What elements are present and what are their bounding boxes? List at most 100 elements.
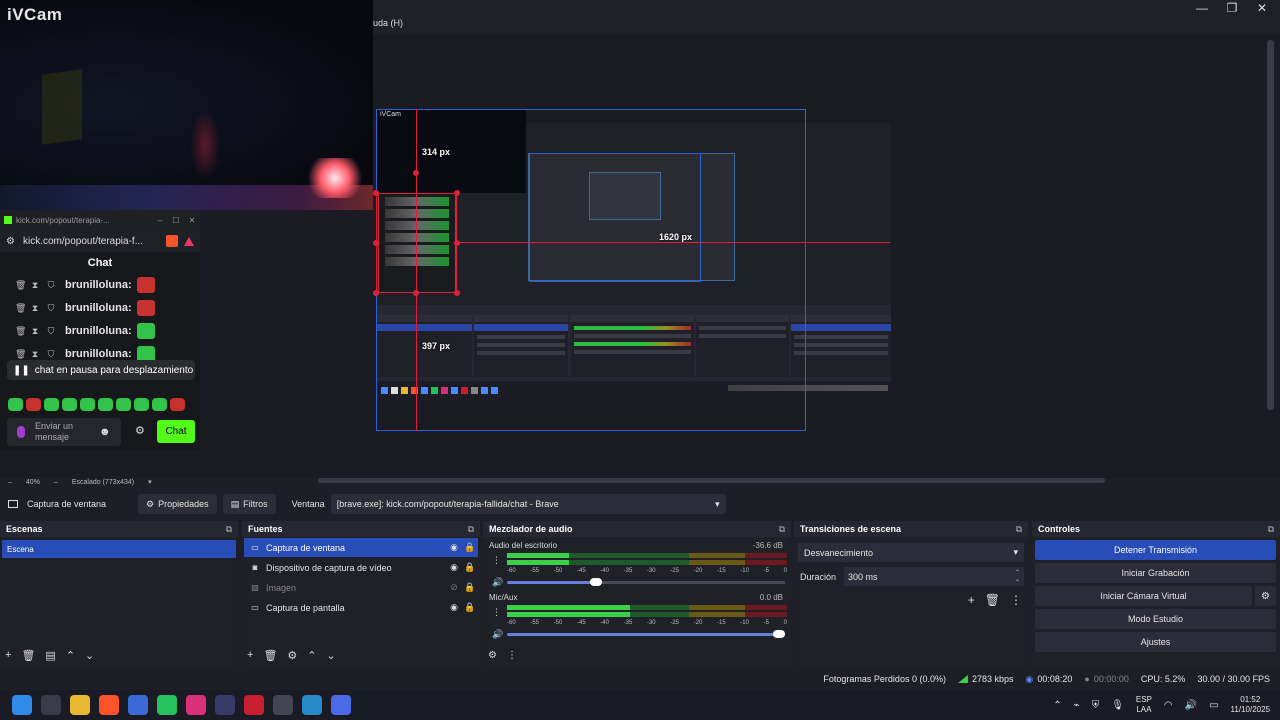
preview-scrollbar-horizontal[interactable] xyxy=(318,478,1105,483)
lock-icon[interactable]: 🔒 xyxy=(462,562,478,573)
kick-logo-icon xyxy=(4,216,12,224)
filter-icon[interactable]: ▤ xyxy=(45,649,55,662)
volume-icon[interactable]: 🔊 xyxy=(1185,700,1197,711)
duration-input[interactable]: 300 ms ⌃ ⌄ xyxy=(844,567,1024,586)
file-explorer-icon[interactable] xyxy=(70,695,90,715)
source-item[interactable]: ◙ Dispositivo de captura de vídeo ◉ 🔒 xyxy=(244,558,478,577)
windows-start-icon[interactable] xyxy=(12,695,32,715)
undock-icon[interactable]: ⧉ xyxy=(1268,524,1274,535)
store-icon[interactable] xyxy=(128,695,148,715)
channel-menu-icon[interactable]: ⋮ xyxy=(492,607,501,618)
resize-handle[interactable] xyxy=(373,240,379,246)
mixer-menu-icon[interactable]: ⋮ xyxy=(507,650,517,661)
resize-handle[interactable] xyxy=(373,290,379,296)
undock-icon[interactable]: ⧉ xyxy=(226,524,232,535)
undock-icon[interactable]: ⧉ xyxy=(779,524,785,535)
shield-icon[interactable]: ⛨ xyxy=(1092,700,1100,711)
language-indicator[interactable]: ESP LAA xyxy=(1136,695,1152,715)
spinner-icon[interactable]: ⌃ ⌄ xyxy=(1015,570,1020,584)
usb-icon[interactable]: ⌁ xyxy=(1074,700,1080,711)
zoom-minus-icon[interactable]: – xyxy=(8,479,12,486)
gear-icon[interactable]: ⚙ xyxy=(287,649,297,662)
mic-icon[interactable]: 🎙 xyxy=(1111,700,1124,711)
eye-icon[interactable]: ◉ xyxy=(446,542,462,553)
trash-icon[interactable]: 🗑 xyxy=(985,593,1000,607)
source-item[interactable]: ▭ Captura de ventana ◉ 🔒 xyxy=(244,538,478,557)
level-meter xyxy=(507,612,787,617)
chevron-down-icon[interactable]: ⌄ xyxy=(327,649,336,662)
task-view-icon[interactable] xyxy=(41,695,61,715)
lock-icon[interactable]: 🔒 xyxy=(462,602,478,613)
advanced-audio-icon[interactable]: ⚙ xyxy=(488,650,497,661)
source-item[interactable]: ▨ Imagen ⊘ 🔒 xyxy=(244,578,478,597)
add-icon[interactable]: + xyxy=(5,649,11,661)
trash-icon[interactable]: 🗑 xyxy=(21,649,35,662)
chevron-up-icon[interactable]: ⌃ xyxy=(1053,700,1061,711)
resize-handle[interactable] xyxy=(454,240,460,246)
app-cyan-icon[interactable] xyxy=(302,695,322,715)
preview-canvas[interactable]: uda (H) — ❐ ✕ iVCam kick.com/popout/tera… xyxy=(0,0,1280,478)
hourglass-icon: ⧗ xyxy=(31,280,39,290)
virtual-cam-gear-icon[interactable]: ⚙ xyxy=(1255,586,1276,606)
whatsapp-icon[interactable] xyxy=(157,695,177,715)
speaker-icon[interactable]: 🔊 xyxy=(492,577,503,588)
resize-handle[interactable] xyxy=(413,170,419,176)
start-recording-button[interactable]: Iniciar Grabación xyxy=(1035,563,1276,583)
speaker-icon[interactable]: 🔊 xyxy=(492,629,503,640)
properties-button[interactable]: ⚙ Propiedades xyxy=(138,494,217,514)
resize-handle[interactable] xyxy=(454,190,460,196)
close-button[interactable]: ✕ xyxy=(1253,1,1271,15)
minimize-button[interactable]: — xyxy=(1193,1,1211,15)
maximize-button[interactable]: ❐ xyxy=(1223,1,1241,15)
resize-handle[interactable] xyxy=(454,290,460,296)
chevron-up-icon[interactable]: ⌃ xyxy=(307,649,316,662)
volume-slider[interactable] xyxy=(507,630,785,638)
source-item[interactable]: ▭ Captura de pantalla ◉ 🔒 xyxy=(244,598,478,617)
eye-hidden-icon[interactable]: ⊘ xyxy=(446,582,462,593)
lock-icon[interactable]: 🔒 xyxy=(462,542,478,553)
clock[interactable]: 01:52 11/10/2025 xyxy=(1231,695,1270,715)
battery-icon[interactable]: ▭ xyxy=(1209,700,1218,711)
add-icon[interactable]: + xyxy=(247,649,253,661)
studio-mode-button[interactable]: Modo Estudio xyxy=(1035,609,1276,629)
scene-item[interactable]: Escena xyxy=(2,540,236,558)
volume-slider-knob[interactable] xyxy=(773,630,785,638)
instagram-icon[interactable] xyxy=(186,695,206,715)
filters-button[interactable]: ▤ Filtros xyxy=(222,494,276,514)
preview-scrollbar-vertical[interactable] xyxy=(1267,40,1274,410)
transition-duration: Duración 300 ms ⌃ ⌄ xyxy=(798,567,1024,586)
resize-handle[interactable] xyxy=(413,290,419,296)
resize-handle[interactable] xyxy=(373,190,379,196)
stop-stream-button[interactable]: Detener Transmisión xyxy=(1035,540,1276,560)
menu-help[interactable]: uda (H) xyxy=(373,18,403,28)
window-select[interactable]: [brave.exe]: kick.com/popout/terapia-fal… xyxy=(330,494,726,514)
dropbox-like-icon[interactable] xyxy=(215,695,235,715)
chat-send-button: Chat xyxy=(157,420,195,443)
meter-tick-label: -55 xyxy=(530,620,539,626)
wifi-icon[interactable]: ◠ xyxy=(1164,700,1173,711)
eye-icon[interactable]: ◉ xyxy=(446,602,462,613)
chat-username: brunilloluna: xyxy=(65,301,132,314)
add-icon[interactable]: + xyxy=(968,593,975,607)
channel-menu-icon[interactable]: ⋮ xyxy=(492,555,501,566)
volume-slider[interactable] xyxy=(507,578,785,586)
trash-icon[interactable]: 🗑 xyxy=(263,649,277,662)
red-app-icon[interactable] xyxy=(244,695,264,715)
brave-icon[interactable] xyxy=(99,695,119,715)
volume-slider-knob[interactable] xyxy=(589,578,602,586)
zoom-plus-icon[interactable]: – xyxy=(54,479,58,486)
zoom-dropdown-icon[interactable]: ▾ xyxy=(148,478,152,486)
lock-icon[interactable]: 🔒 xyxy=(462,582,478,593)
app-blue-icon[interactable] xyxy=(331,695,351,715)
undock-icon[interactable]: ⧉ xyxy=(1016,524,1022,535)
menu-icon[interactable]: ⋮ xyxy=(1010,593,1022,607)
obs-icon[interactable] xyxy=(273,695,293,715)
settings-button[interactable]: Ajustes xyxy=(1035,632,1276,652)
chevron-down-icon[interactable]: ⌄ xyxy=(85,649,94,662)
chevron-up-icon[interactable]: ⌃ xyxy=(66,649,75,662)
signal-icon xyxy=(957,675,968,683)
undock-icon[interactable]: ⧉ xyxy=(468,524,474,535)
start-virtual-cam-button[interactable]: Iniciar Cámara Virtual xyxy=(1035,586,1252,606)
eye-icon[interactable]: ◉ xyxy=(446,562,462,573)
transition-select[interactable]: Desvanecimiento ▾ xyxy=(798,543,1024,562)
